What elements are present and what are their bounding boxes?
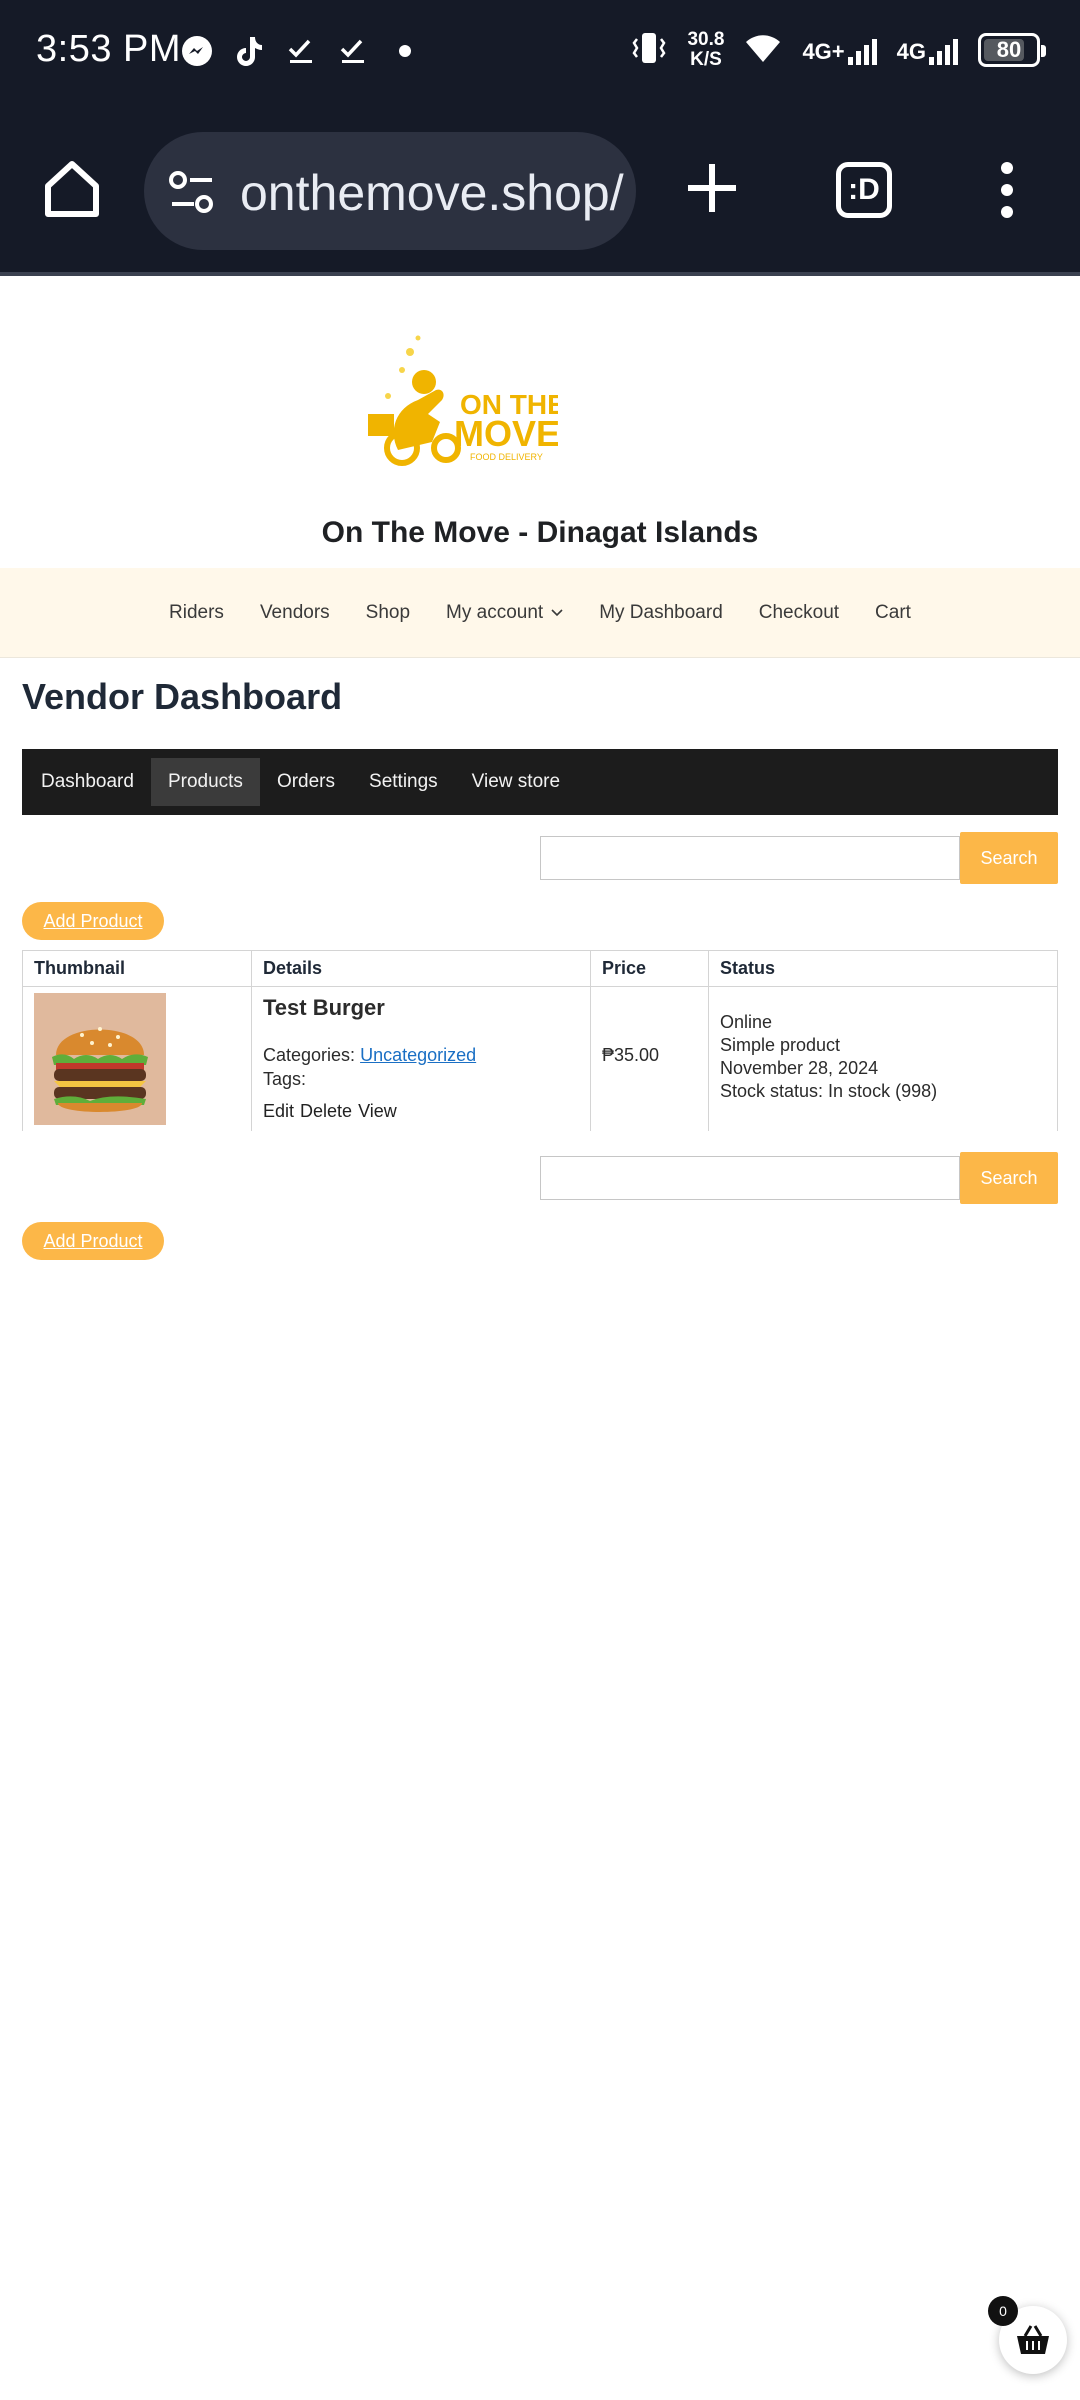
column-header-status: Status [708, 950, 1058, 987]
status-bar: 3:53 PM 30.8 K/S 4G+ 4G 80 [0, 0, 1080, 108]
vibrate-icon [631, 31, 667, 70]
logo-line2: MOVE [454, 413, 558, 454]
product-name[interactable]: Test Burger [263, 995, 579, 1021]
browser-toolbar: onthemove.shop/ :D [0, 108, 1080, 276]
column-header-thumbnail: Thumbnail [22, 950, 252, 987]
tab-view-store[interactable]: View store [455, 758, 577, 806]
product-search-top: Search [540, 832, 1058, 884]
speed-unit: K/S [690, 49, 722, 70]
check-icon [284, 34, 318, 68]
tags-label: Tags: [263, 1069, 307, 1089]
product-price: ₱35.00 [590, 986, 709, 1131]
notification-icons [180, 34, 422, 68]
thumbnail-cell [22, 986, 252, 1131]
add-product-button[interactable]: Add Product [22, 1222, 164, 1260]
network-type-2: 4G [896, 39, 926, 64]
battery-icon: 80 [978, 33, 1046, 67]
address-bar[interactable]: onthemove.shop/ [144, 132, 636, 250]
url-text[interactable]: onthemove.shop/ [240, 164, 624, 222]
home-icon[interactable] [40, 156, 104, 220]
nav-my-account[interactable]: My account [446, 602, 563, 624]
column-header-price: Price [590, 950, 709, 987]
cart-count-badge: 0 [988, 2296, 1018, 2326]
dot-icon [388, 34, 422, 68]
nav-riders[interactable]: Riders [169, 602, 224, 624]
network-speed: 30.8 K/S [687, 30, 724, 70]
tab-dashboard[interactable]: Dashboard [24, 758, 151, 806]
nav-cart[interactable]: Cart [875, 602, 911, 624]
nav-vendors[interactable]: Vendors [260, 602, 330, 624]
basket-icon [1017, 2325, 1049, 2354]
battery-percent: 80 [996, 37, 1022, 62]
nav-shop[interactable]: Shop [366, 602, 410, 624]
speed-value: 30.8 [687, 29, 725, 50]
nav-my-account-label: My account [446, 601, 544, 623]
tab-products[interactable]: Products [150, 758, 260, 806]
view-link[interactable]: View [358, 1101, 397, 1122]
table-header-row: Thumbnail Details Price Status [22, 950, 1058, 987]
site-settings-icon[interactable] [168, 170, 216, 214]
tiktok-icon [232, 34, 266, 68]
delete-link[interactable]: Delete [300, 1101, 352, 1122]
products-table: Thumbnail Details Price Status Test Burg… [22, 950, 1058, 1131]
tab-switcher-button[interactable]: :D [836, 162, 892, 218]
signal-bars-icon [847, 35, 877, 65]
overflow-menu-icon[interactable] [995, 162, 1019, 218]
new-tab-icon[interactable] [684, 160, 740, 216]
search-input[interactable] [540, 1156, 960, 1200]
site-title[interactable]: On The Move - Dinagat Islands [0, 516, 1080, 550]
search-button[interactable]: Search [960, 832, 1058, 884]
product-search-bottom: Search [540, 1152, 1058, 1204]
status-stock: Stock status: In stock (998) [720, 1081, 938, 1101]
site-logo[interactable]: ON THE MOVE FOOD DELIVERY [358, 330, 558, 480]
status-product-type: Simple product [720, 1035, 841, 1055]
tab-orders[interactable]: Orders [260, 758, 352, 806]
chevron-down-icon [551, 608, 563, 616]
column-header-details: Details [251, 950, 591, 987]
main-navigation: Riders Vendors Shop My account My Dashbo… [0, 568, 1080, 658]
category-link[interactable]: Uncategorized [360, 1045, 476, 1065]
search-button[interactable]: Search [960, 1152, 1058, 1204]
site-header: ON THE MOVE FOOD DELIVERY On The Move - … [0, 280, 1080, 568]
product-thumbnail[interactable] [34, 993, 166, 1125]
signal-sim2: 4G [897, 35, 958, 65]
categories-label: Categories: [263, 1045, 356, 1065]
signal-sim1: 4G+ [802, 35, 877, 65]
table-row: Test Burger Categories: Uncategorized Ta… [22, 986, 1058, 1131]
product-actions: Edit Delete View [263, 1101, 579, 1122]
status-cell: Online Simple product November 28, 2024 … [708, 986, 1058, 1131]
check-icon [336, 34, 370, 68]
nav-my-dashboard[interactable]: My Dashboard [599, 602, 723, 624]
page-title: Vendor Dashboard [22, 676, 343, 717]
search-input[interactable] [540, 836, 960, 880]
wifi-icon [744, 32, 782, 69]
messenger-icon [180, 34, 214, 68]
tab-settings[interactable]: Settings [352, 758, 455, 806]
dashboard-tabs: Dashboard Products Orders Settings View … [22, 749, 1058, 815]
nav-checkout[interactable]: Checkout [759, 602, 839, 624]
status-online: Online [720, 1012, 773, 1032]
edit-link[interactable]: Edit [263, 1101, 294, 1122]
system-indicators: 30.8 K/S 4G+ 4G 80 [631, 30, 1046, 70]
add-product-button[interactable]: Add Product [22, 902, 164, 940]
signal-bars-icon [929, 35, 958, 65]
network-type-1: 4G+ [802, 39, 845, 64]
clock: 3:53 PM [36, 28, 182, 70]
product-categories: Categories: Uncategorized [263, 1043, 579, 1067]
logo-tagline: FOOD DELIVERY [470, 452, 543, 462]
status-date: November 28, 2024 [720, 1058, 879, 1078]
details-cell: Test Burger Categories: Uncategorized Ta… [251, 986, 591, 1131]
